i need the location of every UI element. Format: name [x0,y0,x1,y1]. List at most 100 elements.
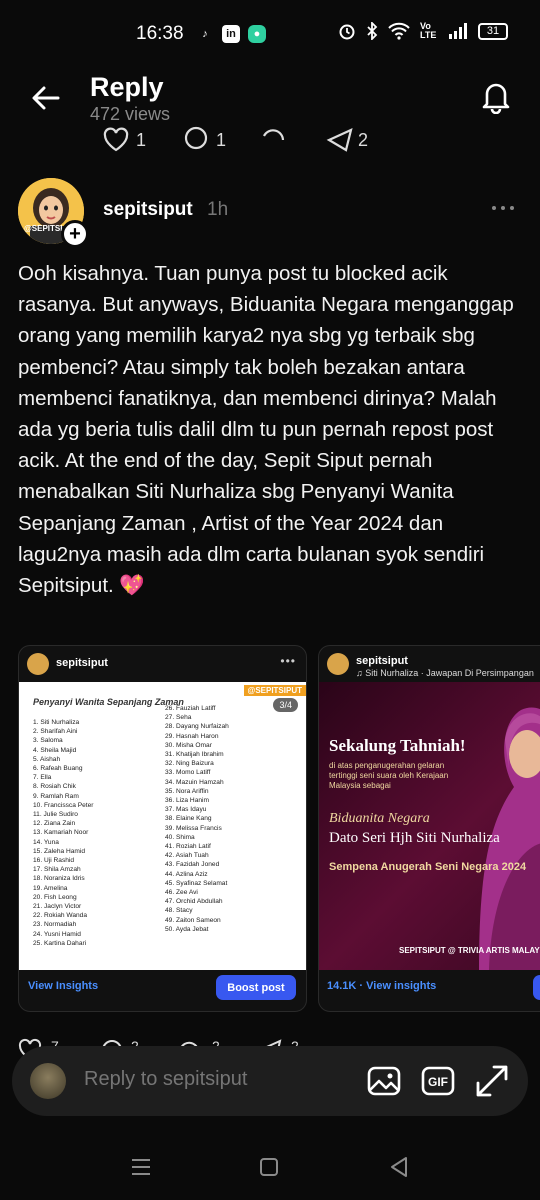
list-entry: 5. Aishah [33,755,61,763]
ranking-list-image: @SEPITSIPUT 3/4 Penyanyi Wanita Sepanjan… [19,682,306,970]
list-entry: 40. Shima [165,833,195,841]
share-icon[interactable] [326,126,354,154]
list-entry: 2. Sharifah Aini [33,728,78,736]
boost-post-button[interactable]: Bo [533,975,540,1000]
list-entry: 11. Julie Sudiro [33,811,78,819]
list-entry: 21. Jaclyn Victor [33,903,82,911]
chat-app-icon: ● [248,25,266,43]
author-username[interactable]: sepitsiput [103,199,193,221]
notification-icons: ♪ in ● [196,25,266,43]
congratulation-poster: Sekalung Tahniah! di atas penganugerahan… [319,682,540,970]
list-entry: 31. Khatijah Ibrahim [165,751,224,759]
post-time: 1h [207,199,229,220]
comment-icon[interactable] [182,126,210,154]
card-header: sepitsiput ••• [19,646,306,682]
poster-credit: SEPITSIPUT @ TRIVIA ARTIS MALAYSIA [399,946,540,955]
gif-icon[interactable]: GIF [420,1063,456,1099]
list-entry: 46. Zee Avi [165,889,198,897]
list-entry: 16. Uji Rashid [33,857,75,865]
list-entry: 48. Stacy [165,907,193,915]
list-entry: 35. Nora Ariffin [165,787,209,795]
reply-input[interactable] [84,1068,344,1091]
list-entry: 3. Saloma [33,737,63,745]
card-header: sepitsiput ♫ Siti Nurhaliza · Jawapan Di… [319,646,540,682]
alarm-icon [339,24,355,40]
view-insights-link[interactable]: View Insights [28,980,98,992]
list-entry: 24. Yusni Hamid [33,930,81,938]
list-entry: 23. Normadiah [33,921,77,929]
list-entry: 38. Elaine Kang [165,815,212,823]
list-entry: 39. Melissa Francis [165,824,222,832]
poster-event: Sempena Anugerah Seni Negara 2024 [329,861,527,873]
battery-icon: 31 [478,22,508,40]
list-entry: 6. Rafeah Buang [33,765,83,773]
signal-icon [449,23,467,39]
back-nav-icon[interactable] [389,1156,409,1178]
poster-subtext: di atas penganugerahan gelaran tertinggi… [329,761,449,790]
list-entry: 44. Azlina Aziz [165,870,208,878]
list-entry: 20. Fish Leong [33,893,77,901]
my-avatar [30,1063,66,1099]
list-entry: 26. Fauziah Latiff [165,705,216,712]
status-bar: 16:38 ♪ in ● Vo LTE 31 [0,0,540,68]
carousel-counter: 3/4 [273,698,298,712]
list-entry: 32. Ning Baizura [165,760,214,768]
card-more-icon[interactable]: ••• [280,654,296,668]
list-title: Penyanyi Wanita Sepanjang Zaman [33,697,184,707]
list-entry: 37. Mas Idayu [165,806,207,814]
parent-post-actions: 1 1 2 [100,124,400,154]
parent-comment-count: 1 [216,130,227,150]
parent-share-count: 2 [358,130,369,150]
list-entry: 18. Noraniza Idris [33,875,85,883]
system-nav-bar [0,1140,540,1200]
list-entry: 41. Roziah Latif [165,843,211,851]
poster-name: Dato Seri Hjh Siti Nurhaliza [329,830,500,846]
list-entry: 34. Mazuin Hamzah [165,778,224,786]
list-entry: 25. Kartina Dahari [33,939,87,947]
list-column-1: 1. Siti Nurhaliza 2. Sharifah Aini 3. Salo… [33,718,93,948]
image-card-poster[interactable]: sepitsiput ♫ Siti Nurhaliza · Jawapan Di… [318,645,540,1012]
list-entry: 45. Syafinaz Selamat [165,879,228,887]
repost-icon[interactable] [260,126,288,154]
avatar-caption: @SEPITSI [24,224,63,233]
list-entry: 22. Rokiah Wanda [33,912,88,920]
list-entry: 36. Liza Hanim [165,797,209,805]
list-entry: 19. Amelina [33,884,68,892]
recents-icon[interactable] [130,1156,152,1178]
poster-headline: Sekalung Tahniah! [329,736,466,755]
card-avatar [327,653,349,675]
list-entry: 27. Seha [165,714,192,722]
expand-icon[interactable] [474,1063,510,1099]
list-entry: 15. Zaleha Hamid [33,847,86,855]
card-footer: 14.1K · View insights Bo [319,968,540,1011]
list-entry: 8. Rosiah Chik [33,783,76,791]
more-options-icon[interactable] [492,206,514,210]
list-entry: 4. Sheila Majid [33,746,77,754]
list-entry: 30. Misha Omar [165,741,212,749]
list-entry: 1. Siti Nurhaliza [33,719,80,726]
card-footer: View Insights Boost post [19,968,306,1011]
list-entry: 50. Ayda Jebat [165,925,209,933]
list-entry: 7. Ella [33,774,52,782]
status-right: Vo LTE 31 [338,22,508,40]
heart-icon[interactable] [102,126,130,154]
list-entry: 33. Momo Latiff [165,769,211,777]
view-insights-link[interactable]: 14.1K · View insights [327,980,436,992]
tiktok-icon: ♪ [202,28,208,40]
svg-text:GIF: GIF [428,1075,448,1089]
list-entry: 9. Ramlah Ram [33,792,79,800]
list-entry: 42. Asiah Tuah [165,852,209,860]
reply-composer: GIF [12,1046,528,1116]
post-body: Ooh kisahnya. Tuan punya post tu blocked… [18,262,514,598]
list-entry: 29. Hasnah Haron [165,732,219,740]
follow-plus-button[interactable]: + [61,220,89,248]
linkedin-icon: in [222,25,240,43]
wifi-icon [388,22,410,40]
list-entry: 10. Francissca Peter [33,801,94,809]
boost-post-button[interactable]: Boost post [216,975,296,1000]
bluetooth-icon [367,22,378,40]
home-icon[interactable] [259,1157,279,1177]
image-picker-icon[interactable] [366,1063,402,1099]
list-tag: @SEPITSIPUT [243,685,306,696]
image-card-list[interactable]: sepitsiput ••• @SEPITSIPUT 3/4 Penyanyi … [18,645,307,1012]
